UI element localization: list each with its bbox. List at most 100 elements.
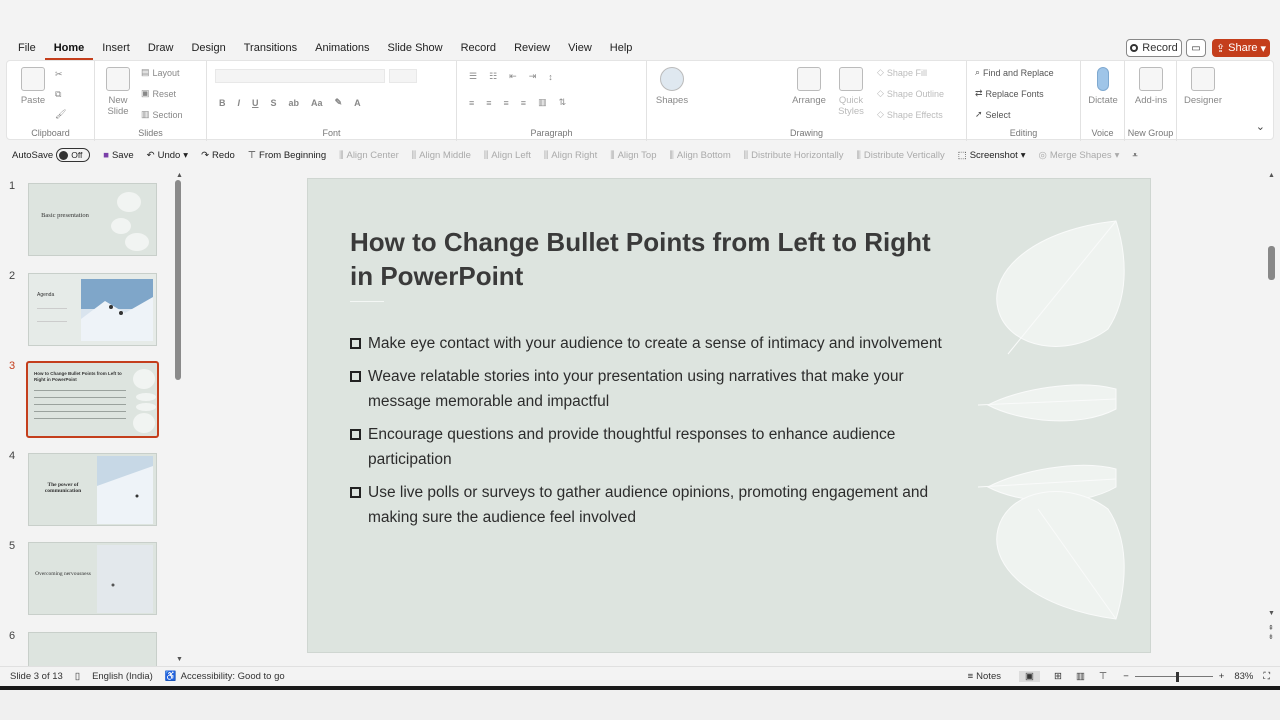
align-bottom-button[interactable]: ⫼ Align Bottom: [670, 150, 731, 161]
current-slide[interactable]: How to Change Bullet Points from Left to…: [307, 178, 1151, 653]
dictate-label: Dictate: [1088, 95, 1118, 106]
quick-styles-button[interactable]: Quick Styles: [831, 67, 871, 117]
fit-to-window-icon[interactable]: ⛶: [1263, 671, 1270, 682]
clipboard-group: Paste ✂ ⧉ 🖌 Clipboard: [7, 61, 95, 141]
zoom-level[interactable]: 83%: [1234, 671, 1253, 682]
normal-view-icon[interactable]: ▣: [1018, 671, 1040, 682]
tab-animations[interactable]: Animations: [306, 36, 378, 60]
tab-transitions[interactable]: Transitions: [235, 36, 306, 60]
thumbnail-slide-3[interactable]: How to Change Bullet Points from Left to…: [26, 361, 159, 438]
tab-view[interactable]: View: [559, 36, 601, 60]
distribute-horizontally-button[interactable]: ⫼ Distribute Horizontally: [744, 150, 844, 161]
dictate-button[interactable]: Dictate: [1083, 67, 1123, 106]
addins-button[interactable]: Add-ins: [1129, 67, 1173, 106]
highlight-icon: ✎: [334, 97, 343, 107]
slide-sorter-icon[interactable]: ⊞: [1054, 671, 1062, 682]
save-button[interactable]: ■ Save: [103, 150, 133, 161]
list-row[interactable]: ☰ ☷ ⇤ ⇥ ↕: [469, 71, 553, 82]
layout-button[interactable]: ▤ Layout: [141, 67, 180, 78]
shape-outline-button[interactable]: ◇ Shape Outline: [877, 88, 944, 99]
thumbnail-slide-5[interactable]: Overcoming nervousness: [28, 542, 157, 615]
thumbnail-slide-2[interactable]: Agenda: [28, 273, 157, 346]
screenshot-button[interactable]: ⬚ Screenshot ▾: [958, 150, 1026, 161]
align-row[interactable]: ≡ ≡ ≡ ≡ ▥ ⇅: [469, 97, 566, 108]
notes-button[interactable]: ≡ Notes: [968, 671, 1001, 682]
align-center-button[interactable]: ⫼ Align Center: [339, 150, 399, 161]
shapes-button[interactable]: Shapes: [653, 67, 691, 106]
align-middle-label: Align Middle: [419, 149, 471, 161]
autosave-toggle[interactable]: Off: [56, 148, 91, 162]
share-button[interactable]: ⇪ Share ▾: [1212, 39, 1270, 57]
tab-home[interactable]: Home: [44, 36, 94, 60]
accessibility-status[interactable]: Accessibility: Good to go: [181, 671, 285, 682]
zoom-slider-thumb[interactable]: [1176, 671, 1180, 682]
font-name-box[interactable]: [215, 69, 385, 83]
scroll-down-icon[interactable]: ▼: [176, 656, 183, 663]
reset-button[interactable]: ▣ Reset: [141, 88, 176, 99]
select-button[interactable]: ➚ Select: [975, 109, 1011, 120]
align-top-button[interactable]: ⫼ Align Top: [610, 150, 656, 161]
arrange-button[interactable]: Arrange: [789, 67, 829, 106]
zoom-in-icon[interactable]: +: [1219, 671, 1225, 682]
align-right-button[interactable]: ⫼ Align Right: [544, 150, 597, 161]
align-right-icon: ⫼: [543, 149, 549, 161]
tab-draw[interactable]: Draw: [139, 36, 183, 60]
find-replace-button[interactable]: ⌕ Find and Replace: [975, 67, 1054, 78]
slide-title[interactable]: How to Change Bullet Points from Left to…: [350, 225, 950, 293]
spelling-icon[interactable]: ▯: [75, 671, 80, 682]
bottom-area: [0, 690, 1280, 720]
replace-fonts-button[interactable]: ⇄ Replace Fonts: [975, 88, 1044, 99]
shape-fill-button[interactable]: ◇ Shape Fill: [877, 67, 927, 78]
customize-qat-button[interactable]: ⩡: [1132, 150, 1137, 161]
addins-icon: [1139, 67, 1163, 91]
language-status[interactable]: English (India): [92, 671, 153, 682]
thumbnail-title: Basic presentation: [41, 212, 89, 219]
canvas-scrollbar[interactable]: [1268, 246, 1275, 280]
tab-insert[interactable]: Insert: [93, 36, 139, 60]
comments-button[interactable]: ▭: [1186, 39, 1206, 57]
new-slide-button[interactable]: New Slide: [99, 67, 137, 117]
font-size-box[interactable]: [389, 69, 417, 83]
thumbnail-slide-6[interactable]: [28, 632, 157, 666]
format-painter-icon[interactable]: 🖌: [55, 109, 66, 120]
tab-help[interactable]: Help: [601, 36, 642, 60]
tab-slide-show[interactable]: Slide Show: [379, 36, 452, 60]
bullet-list[interactable]: Make eye contact with your audience to c…: [350, 331, 950, 538]
thumbnail-scrollbar[interactable]: [175, 180, 181, 380]
page-nav-icon[interactable]: ⇞ ⇟: [1268, 624, 1274, 642]
undo-button[interactable]: ↶ Undo ▾: [147, 150, 188, 161]
addins-group: Add-ins New Group: [1125, 61, 1177, 141]
tab-design[interactable]: Design: [182, 36, 234, 60]
reading-view-icon[interactable]: ▥: [1076, 671, 1085, 682]
layout-label: Layout: [152, 67, 180, 78]
paste-button[interactable]: Paste: [15, 67, 51, 106]
from-beginning-button[interactable]: ⊤ From Beginning: [248, 150, 326, 161]
cut-icon[interactable]: ✂: [55, 69, 63, 80]
shape-effects-button[interactable]: ◇ Shape Effects: [877, 109, 943, 120]
zoom-slider[interactable]: [1134, 671, 1213, 682]
collapse-ribbon-icon[interactable]: ⌄: [1256, 120, 1265, 133]
align-left-button[interactable]: ⫼ Align Left: [484, 150, 531, 161]
align-top-icon: ⫼: [610, 149, 615, 161]
font-label: Font: [322, 128, 341, 138]
section-button[interactable]: ▥ Section: [141, 109, 183, 120]
copy-icon[interactable]: ⧉: [55, 89, 61, 100]
zoom-out-icon[interactable]: −: [1123, 671, 1129, 682]
autosave-control[interactable]: AutoSave Off: [12, 148, 91, 162]
scroll-up-icon[interactable]: ▲: [1268, 172, 1275, 179]
scroll-up-icon[interactable]: ▲: [176, 172, 183, 179]
tab-record[interactable]: Record: [452, 36, 505, 60]
tab-file[interactable]: File: [0, 36, 45, 60]
designer-button[interactable]: Designer: [1181, 67, 1225, 106]
tab-review[interactable]: Review: [505, 36, 559, 60]
scroll-down-icon[interactable]: ▼: [1268, 610, 1275, 617]
font-format-row[interactable]: B I U Sab Aa ✎ A: [219, 97, 361, 108]
thumbnail-slide-4[interactable]: The power of communication: [28, 453, 157, 526]
distribute-vertically-button[interactable]: ⫼ Distribute Vertically: [857, 150, 945, 161]
merge-shapes-button[interactable]: ◎ Merge Shapes ▾: [1039, 150, 1120, 161]
slideshow-icon[interactable]: ⊤: [1099, 671, 1107, 682]
redo-button[interactable]: ↷ Redo: [201, 150, 235, 161]
align-middle-button[interactable]: ⫼ Align Middle: [412, 150, 471, 161]
record-button[interactable]: Record: [1126, 39, 1182, 57]
thumbnail-slide-1[interactable]: Basic presentation: [28, 183, 157, 256]
